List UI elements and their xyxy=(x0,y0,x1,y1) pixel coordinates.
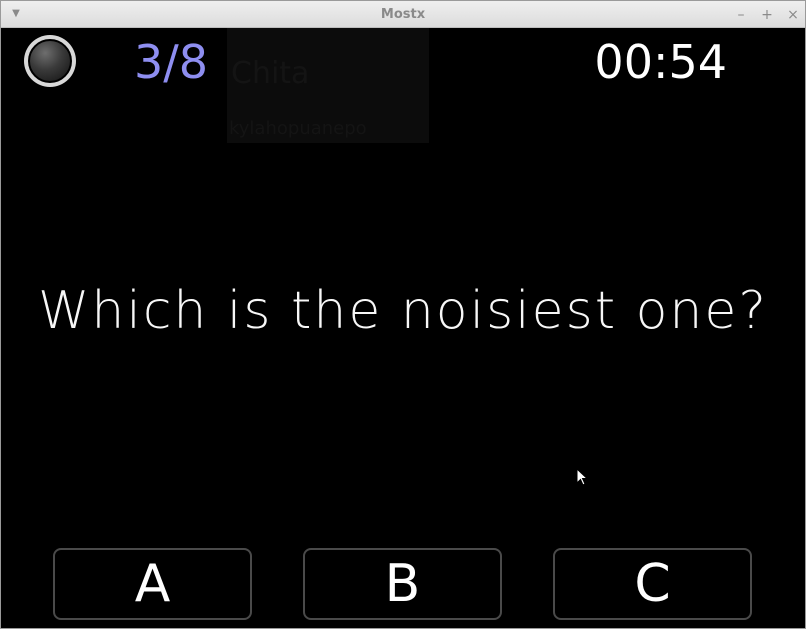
answer-c-button[interactable]: C xyxy=(553,548,752,620)
faded-background-card: Chita kylahopuanepo xyxy=(227,28,429,143)
mouse-cursor-icon xyxy=(576,468,588,486)
status-light-lens xyxy=(28,39,72,83)
status-light-icon xyxy=(24,35,76,87)
close-icon[interactable]: × xyxy=(787,8,799,22)
game-area: Chita kylahopuanepo 3/8 00:54 Which is t… xyxy=(3,28,803,628)
countdown-timer: 00:54 xyxy=(594,35,727,89)
title-bar: ▼ Mostx – + × xyxy=(1,1,805,28)
window-controls: – + × xyxy=(735,1,799,28)
window-title: Mostx xyxy=(380,7,426,22)
faded-text-1: Chita xyxy=(231,56,310,91)
app-window: ▼ Mostx – + × Chita kylahopuanepo 3/8 00… xyxy=(0,0,806,629)
faded-text-2: kylahopuanepo xyxy=(229,118,367,139)
answer-b-button[interactable]: B xyxy=(303,548,502,620)
question-text: Which is the noisiest one? xyxy=(38,281,768,341)
minimize-icon[interactable]: – xyxy=(735,8,747,22)
answer-buttons: A B C xyxy=(53,548,753,622)
maximize-icon[interactable]: + xyxy=(761,8,773,22)
question-progress: 3/8 xyxy=(134,35,209,89)
answer-a-button[interactable]: A xyxy=(53,548,252,620)
